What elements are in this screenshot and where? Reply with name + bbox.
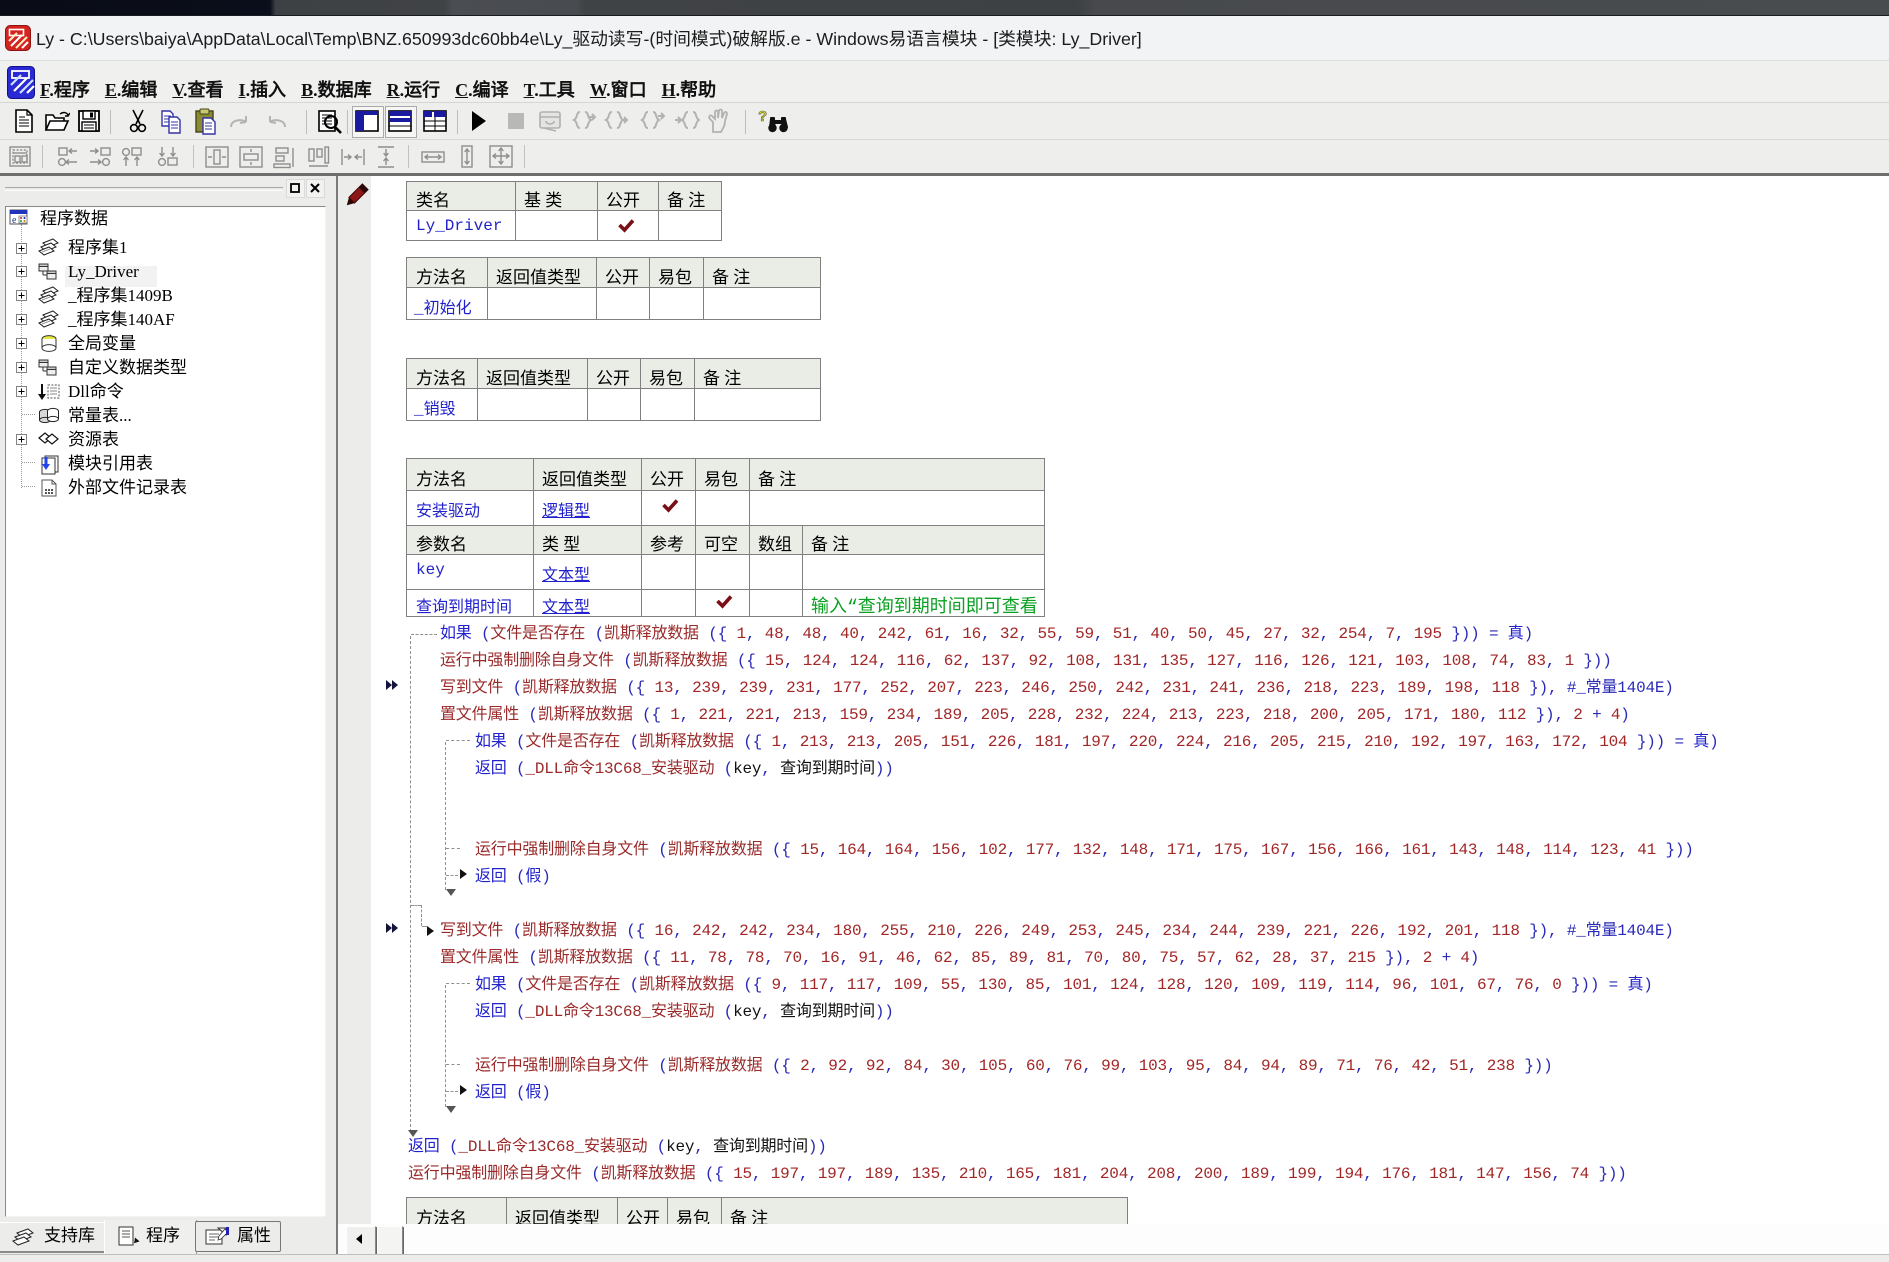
svg-text:e: e <box>12 215 17 226</box>
svg-text:?: ? <box>758 108 767 125</box>
